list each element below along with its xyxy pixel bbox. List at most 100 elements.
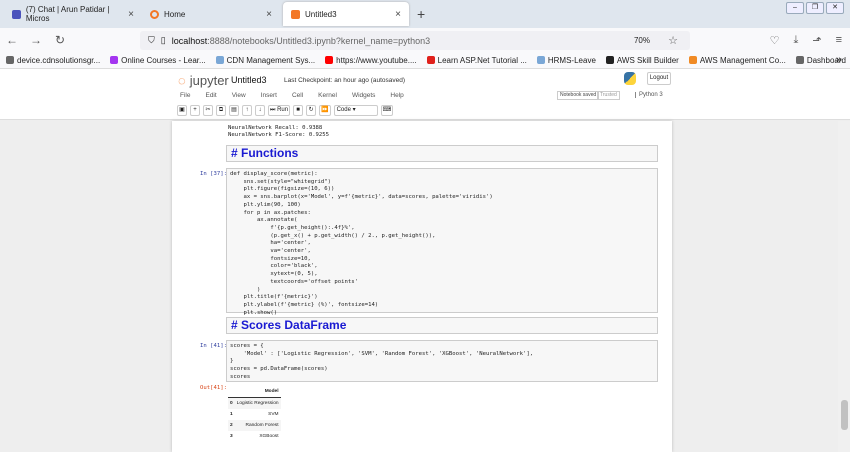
markdown-cell-functions[interactable]: # Functions bbox=[226, 145, 658, 162]
nav-bar: ← → ↻ ⛉ ▯ localhost:8888/notebooks/Untitl… bbox=[0, 28, 850, 52]
tab-home[interactable]: Home × bbox=[142, 2, 280, 26]
code-line: ha='center', bbox=[230, 240, 311, 247]
menu-view[interactable]: View bbox=[232, 92, 246, 99]
pocket-icon[interactable]: ♡ bbox=[770, 34, 780, 47]
download-icon[interactable]: ⤓ bbox=[794, 34, 799, 47]
menu-cell[interactable]: Cell bbox=[292, 92, 303, 99]
close-window-button[interactable]: ✕ bbox=[826, 2, 844, 14]
url-bar[interactable]: ⛉ ▯ localhost:8888/notebooks/Untitled3.ip… bbox=[140, 31, 690, 50]
logout-button[interactable]: Logout bbox=[647, 72, 671, 85]
forward-icon[interactable]: → bbox=[24, 33, 48, 47]
menu-widgets[interactable]: Widgets bbox=[352, 92, 375, 99]
close-tab-icon[interactable]: × bbox=[395, 9, 401, 20]
bookmark-favicon-icon bbox=[426, 55, 435, 64]
move-down-icon[interactable]: ↓ bbox=[255, 105, 265, 116]
bookmark-favicon-icon bbox=[605, 55, 614, 64]
bookmark-favicon-icon bbox=[6, 55, 14, 64]
code-cell-scores[interactable]: scores = { 'Model' : ['Logistic Regressi… bbox=[226, 340, 658, 382]
teams-icon bbox=[12, 9, 21, 19]
notebook-toolbar: ▣ + ✂ ⧉ ▤ ↑ ↓ ⏭ Run ■ ↻ ⏩ Code ▾ ⌨ bbox=[177, 105, 394, 116]
code-line: ax = sns.barplot(x='Model', y=f'{metric}… bbox=[230, 194, 493, 201]
notebook-icon bbox=[291, 9, 300, 19]
bookmark-favicon-icon bbox=[795, 55, 804, 64]
page-icon: ▯ bbox=[160, 35, 166, 45]
menu-edit[interactable]: Edit bbox=[205, 92, 216, 99]
cut-icon[interactable]: ✂ bbox=[203, 105, 213, 116]
menu-icon[interactable]: ≡ bbox=[836, 34, 842, 47]
cell-prompt: In [41]: bbox=[200, 343, 227, 349]
bookmarks-bar: device.cdnsolutionsgr... Online Courses -… bbox=[0, 52, 850, 69]
restart-icon[interactable]: ↻ bbox=[306, 105, 317, 116]
trusted-badge[interactable]: Trusted bbox=[597, 91, 620, 100]
code-line: ) bbox=[230, 286, 261, 293]
code-line: f'{p.get_height():.4f}%', bbox=[230, 224, 355, 231]
extensions-icon[interactable]: ⬏ bbox=[812, 34, 821, 47]
zoom-level[interactable]: 70% bbox=[634, 36, 650, 45]
restart-run-all-icon[interactable]: ⏩ bbox=[319, 105, 331, 116]
jupyter-header: ◌ jupyter Untitled3 Last Checkpoint: an h… bbox=[0, 69, 850, 120]
save-icon[interactable]: ▣ bbox=[177, 105, 187, 116]
code-line: fontsize=10, bbox=[230, 255, 311, 262]
bookmark-item[interactable]: Learn ASP.Net Tutorial ... bbox=[426, 55, 527, 65]
row-index: 0 bbox=[228, 397, 235, 409]
code-line: plt.ylim(90, 100) bbox=[230, 201, 301, 208]
reload-icon[interactable]: ↻ bbox=[48, 33, 72, 47]
code-line: scores bbox=[230, 373, 251, 380]
command-palette-icon[interactable]: ⌨ bbox=[380, 105, 394, 116]
run-button[interactable]: ⏭ Run bbox=[268, 105, 291, 116]
tab-untitled3[interactable]: Untitled3 × bbox=[283, 2, 409, 26]
add-cell-icon[interactable]: + bbox=[190, 105, 200, 116]
tab-teams-chat[interactable]: (7) Chat | Arun Patidar | Micros × bbox=[4, 2, 142, 26]
back-icon[interactable]: ← bbox=[0, 33, 24, 47]
kernel-indicator: Python 3 bbox=[635, 92, 663, 98]
row-index: 2 bbox=[228, 420, 235, 431]
minimize-button[interactable]: – bbox=[786, 2, 804, 14]
menu-kernel[interactable]: Kernel bbox=[318, 92, 337, 99]
cell-type-select[interactable]: Code ▾ bbox=[333, 105, 378, 116]
bookmark-item[interactable]: Online Courses - Lear... bbox=[110, 55, 206, 65]
cell-prompt: In [37]: bbox=[200, 171, 227, 177]
more-bookmarks-icon[interactable]: » bbox=[836, 54, 842, 66]
table-row: 0 Logistic Regression bbox=[228, 397, 281, 409]
code-line: scores = { bbox=[230, 343, 264, 349]
notebook-name[interactable]: Untitled3 bbox=[231, 75, 267, 85]
new-tab-button[interactable]: + bbox=[417, 6, 425, 22]
shield-icon: ⛉ bbox=[148, 35, 155, 45]
table-row: 3 XGBoost bbox=[228, 431, 281, 442]
bookmark-item[interactable]: device.cdnsolutionsgr... bbox=[6, 55, 100, 65]
bookmark-star-icon[interactable]: ☆ bbox=[668, 34, 678, 47]
python-logo-icon bbox=[624, 72, 636, 85]
code-line: (p.get_x() + p.get_width() / 2., p.get_h… bbox=[230, 232, 436, 239]
code-line: textcoords='offset points' bbox=[230, 278, 358, 285]
close-tab-icon[interactable]: × bbox=[266, 9, 272, 20]
move-up-icon[interactable]: ↑ bbox=[242, 105, 252, 116]
code-line: } bbox=[230, 358, 234, 365]
menu-help[interactable]: Help bbox=[390, 92, 403, 99]
scores-dataframe-table: Model 0 Logistic Regression 1 SVM 2 Random Fo… bbox=[228, 386, 281, 442]
bookmark-item[interactable]: AWS Management Co... bbox=[688, 55, 786, 65]
menu-file[interactable]: File bbox=[180, 92, 190, 99]
jupyter-logo[interactable]: ◌ jupyter bbox=[178, 73, 229, 88]
jupyter-icon bbox=[150, 9, 159, 19]
code-line: ax.annotate( bbox=[230, 217, 298, 224]
menu-insert[interactable]: Insert bbox=[261, 92, 277, 99]
menu-bar: File Edit View Insert Cell Kernel Widgets Help bbox=[180, 92, 404, 99]
bookmark-item[interactable]: AWS Skill Builder bbox=[605, 55, 679, 65]
model-cell: SVM bbox=[268, 412, 279, 417]
bookmark-item[interactable]: HRMS-Leave bbox=[536, 55, 596, 65]
restore-button[interactable]: ❐ bbox=[806, 2, 824, 14]
code-line: va='center', bbox=[230, 248, 311, 255]
code-line: 'Model' : ['Logistic Regression', 'SVM',… bbox=[230, 350, 534, 357]
close-tab-icon[interactable]: × bbox=[128, 9, 134, 20]
bookmark-item[interactable]: CDN Management Sys... bbox=[215, 55, 315, 65]
markdown-cell-scores-dataframe[interactable]: # Scores DataFrame bbox=[226, 317, 658, 334]
model-cell: Logistic Regression bbox=[234, 397, 281, 409]
code-line: scores = pd.DataFrame(scores) bbox=[230, 366, 328, 373]
code-cell-display-score[interactable]: def display_score(metric): sns.set(style… bbox=[226, 168, 658, 316]
copy-icon[interactable]: ⧉ bbox=[216, 105, 226, 116]
scrollbar-thumb[interactable] bbox=[841, 400, 848, 430]
paste-icon[interactable]: ▤ bbox=[229, 105, 239, 116]
code-line: xytext=(0, 5), bbox=[230, 271, 318, 278]
bookmark-item[interactable]: https://www.youtube.... bbox=[325, 55, 417, 65]
stop-icon[interactable]: ■ bbox=[293, 105, 304, 116]
